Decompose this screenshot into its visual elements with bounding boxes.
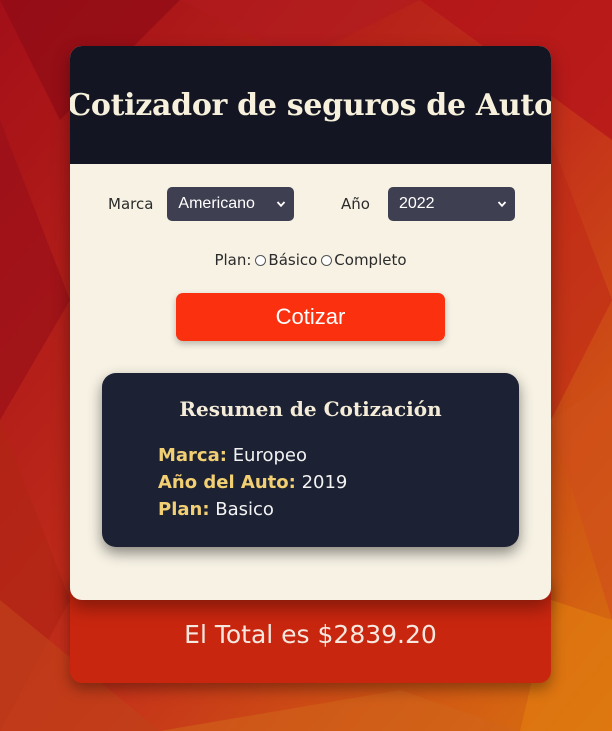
total-text: El Total es $2839.20 bbox=[184, 620, 437, 649]
anio-select[interactable]: 2022 bbox=[387, 187, 515, 221]
anio-row: Año 2022 bbox=[341, 187, 515, 221]
plan-completo-label[interactable]: Completo bbox=[334, 251, 406, 269]
marca-row: Marca Americano bbox=[108, 187, 295, 221]
summary-anio-key: Año del Auto: bbox=[158, 472, 296, 493]
summary-plan: Plan: Basico bbox=[158, 499, 274, 520]
plan-label: Plan: bbox=[214, 251, 252, 269]
quote-card: Cotizador de seguros de Auto Marca Ameri… bbox=[70, 46, 551, 600]
chevron-down-icon bbox=[497, 201, 507, 208]
page-title: Cotizador de seguros de Auto bbox=[70, 87, 551, 123]
summary-anio: Año del Auto: 2019 bbox=[158, 472, 347, 493]
marca-select-value: Americano bbox=[178, 195, 255, 212]
summary-anio-value: 2019 bbox=[301, 472, 348, 493]
marca-label: Marca bbox=[108, 195, 154, 213]
marca-select[interactable]: Americano bbox=[167, 187, 295, 221]
summary-panel: Resumen de Cotización Marca: Europeo Año… bbox=[102, 373, 519, 547]
summary-marca: Marca: Europeo bbox=[158, 445, 307, 466]
summary-plan-value: Basico bbox=[215, 499, 274, 520]
summary-marca-value: Europeo bbox=[232, 445, 307, 466]
summary-title: Resumen de Cotización bbox=[179, 397, 442, 421]
summary-plan-key: Plan: bbox=[158, 499, 210, 520]
anio-label: Año bbox=[341, 195, 370, 213]
cotizar-button[interactable]: Cotizar bbox=[176, 293, 445, 341]
summary-marca-key: Marca: bbox=[158, 445, 227, 466]
plan-basico-radio[interactable] bbox=[255, 254, 267, 266]
anio-select-value: 2022 bbox=[398, 195, 435, 212]
plan-basico-label[interactable]: Básico bbox=[268, 251, 317, 269]
plan-row: Plan: Básico Completo bbox=[70, 251, 551, 269]
plan-completo-radio[interactable] bbox=[321, 254, 333, 266]
chevron-down-icon bbox=[277, 201, 286, 208]
header: Cotizador de seguros de Auto bbox=[70, 46, 551, 164]
